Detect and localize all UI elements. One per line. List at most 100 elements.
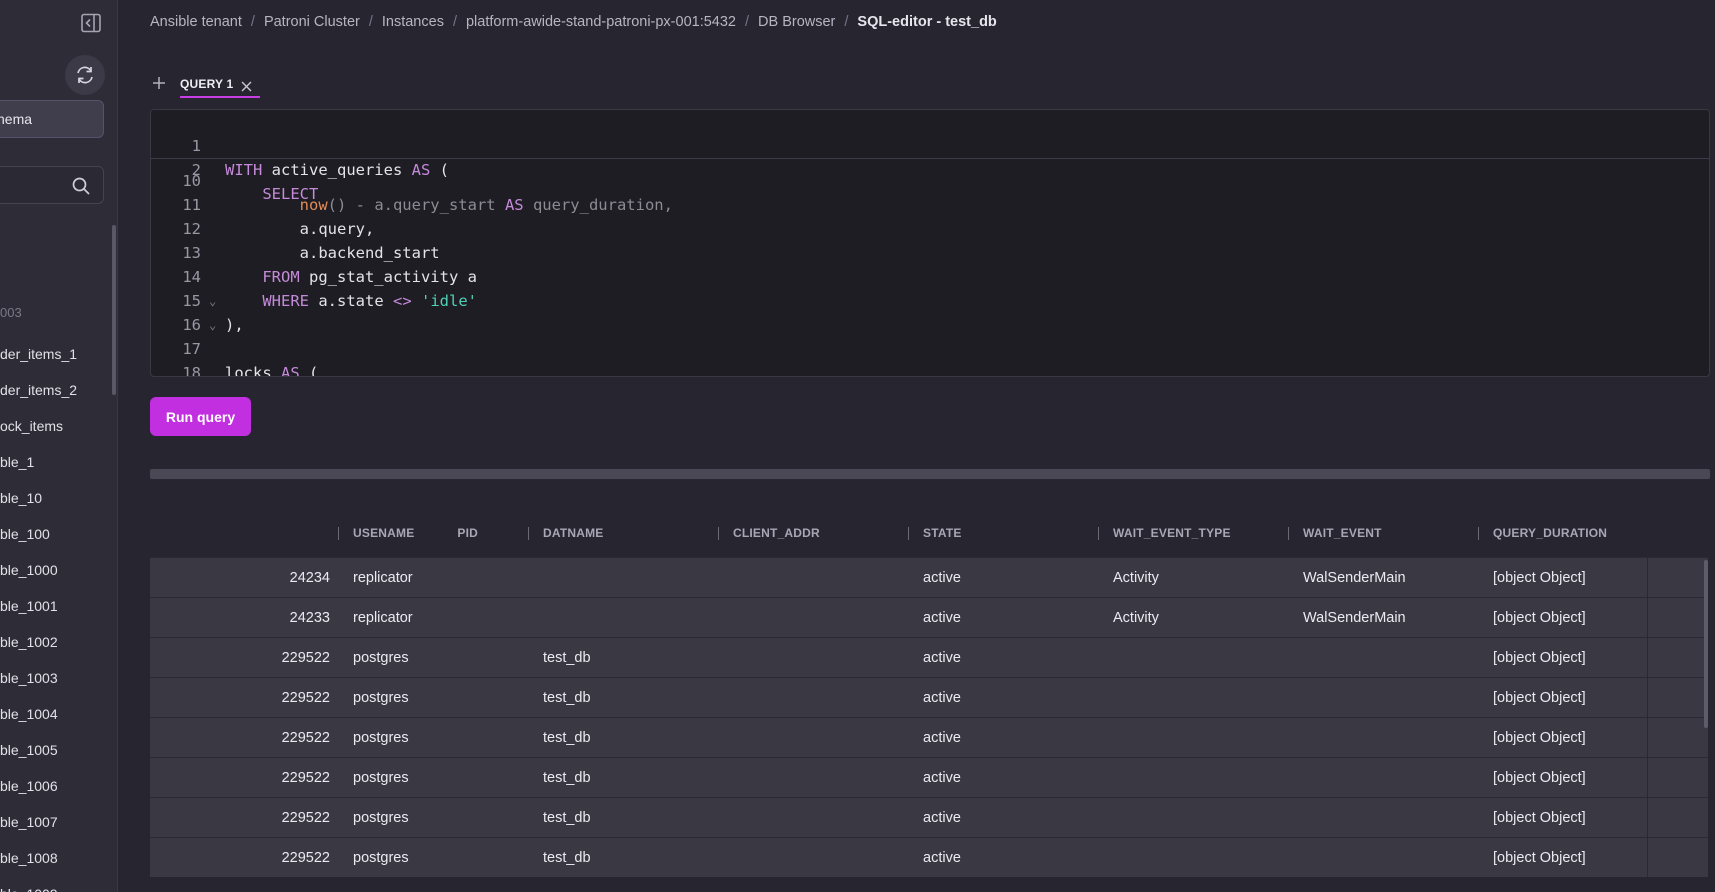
column-divider[interactable] (1478, 527, 1479, 540)
cell-query-duration[interactable]: [object Object] (1493, 718, 1643, 758)
cell-state[interactable]: active (923, 718, 1093, 758)
column-divider[interactable] (1098, 527, 1099, 540)
breadcrumb-item-tenant[interactable]: Ansible tenant (150, 14, 242, 30)
cell-wait-event-type[interactable] (1113, 798, 1283, 838)
cell-client-addr[interactable] (733, 718, 903, 758)
tree-item[interactable]: ble_1009 (0, 876, 77, 892)
table-row[interactable]: 229522 postgres test_db active [object Objec… (150, 757, 1708, 798)
cell-query-duration[interactable]: [object Object] (1493, 598, 1643, 638)
tree-item[interactable]: ble_1005 (0, 732, 77, 768)
column-header-datname[interactable]: DATNAME (543, 513, 604, 553)
cell-pid[interactable]: 229522 (150, 838, 330, 878)
table-row[interactable]: 229522 postgres test_db active [object Objec… (150, 717, 1708, 758)
cell-usename[interactable]: replicator (353, 558, 523, 598)
cell-pid[interactable]: 229522 (150, 798, 330, 838)
tree-item[interactable]: der_items_1 (0, 336, 77, 372)
tree-item[interactable]: ble_1001 (0, 588, 77, 624)
cell-client-addr[interactable] (733, 558, 903, 598)
cell-usename[interactable]: postgres (353, 718, 523, 758)
table-row[interactable]: 229522 postgres test_db active [object Objec… (150, 677, 1708, 718)
tree-item[interactable]: ble_1006 (0, 768, 77, 804)
cell-query-duration[interactable]: [object Object] (1493, 678, 1643, 718)
cell-client-addr[interactable] (733, 678, 903, 718)
cell-wait-event[interactable] (1303, 678, 1473, 718)
column-header-wait-event[interactable]: WAIT_EVENT (1303, 513, 1382, 553)
cell-wait-event-type[interactable] (1113, 718, 1283, 758)
column-header-usename[interactable]: USENAME (353, 513, 414, 553)
cell-wait-event[interactable] (1303, 638, 1473, 678)
tab-query-1[interactable]: QUERY 1 (180, 72, 261, 98)
close-icon[interactable] (241, 79, 252, 91)
cell-datname[interactable]: test_db (543, 798, 713, 838)
tree-item[interactable]: ble_100 (0, 516, 77, 552)
cell-wait-event-type[interactable]: Activity (1113, 598, 1283, 638)
table-row[interactable]: 229522 postgres test_db active [object Objec… (150, 837, 1708, 878)
search-icon[interactable] (71, 176, 91, 196)
cell-wait-event[interactable] (1303, 798, 1473, 838)
cell-state[interactable]: active (923, 758, 1093, 798)
cell-datname[interactable]: test_db (543, 838, 713, 878)
column-divider[interactable] (718, 527, 719, 540)
cell-state[interactable]: active (923, 598, 1093, 638)
cell-pid[interactable]: 229522 (150, 638, 330, 678)
cell-wait-event[interactable] (1303, 838, 1473, 878)
table-row[interactable]: 24233 replicator active Activity WalSenderMa… (150, 597, 1708, 638)
table-row[interactable]: 229522 postgres test_db active [object Objec… (150, 637, 1708, 678)
sql-editor[interactable]: 1 WITH active_queries AS ( 2 SELECT 10 n… (150, 109, 1710, 377)
tree-item[interactable]: ble_1004 (0, 696, 77, 732)
column-divider[interactable] (908, 527, 909, 540)
cell-state[interactable]: active (923, 558, 1093, 598)
cell-wait-event[interactable] (1303, 718, 1473, 758)
cell-client-addr[interactable] (733, 758, 903, 798)
cell-pid[interactable]: 24234 (150, 558, 330, 598)
cell-usename[interactable]: postgres (353, 758, 523, 798)
tree-item[interactable]: der_items_2 (0, 372, 77, 408)
cell-pid[interactable]: 229522 (150, 718, 330, 758)
cell-query-duration[interactable]: [object Object] (1493, 638, 1643, 678)
cell-state[interactable]: active (923, 678, 1093, 718)
tree-item[interactable]: ble_10 (0, 480, 77, 516)
refresh-button[interactable] (65, 55, 105, 95)
run-query-button[interactable]: Run query (150, 397, 251, 436)
cell-wait-event[interactable]: WalSenderMain (1303, 598, 1473, 638)
cell-usename[interactable]: replicator (353, 598, 523, 638)
cell-datname[interactable]: test_db (543, 678, 713, 718)
breadcrumb-item-db-browser[interactable]: DB Browser (758, 14, 835, 30)
cell-query-duration[interactable]: [object Object] (1493, 758, 1643, 798)
cell-state[interactable]: active (923, 838, 1093, 878)
cell-client-addr[interactable] (733, 598, 903, 638)
schema-button[interactable]: chema (0, 100, 104, 138)
fold-chevron-icon[interactable]: ⌄ (209, 289, 216, 313)
tree-item[interactable]: ock_items (0, 408, 77, 444)
tree-item[interactable]: ble_1002 (0, 624, 77, 660)
cell-wait-event-type[interactable]: Activity (1113, 558, 1283, 598)
cell-usename[interactable]: postgres (353, 798, 523, 838)
tree-item[interactable]: ble_1007 (0, 804, 77, 840)
cell-wait-event[interactable] (1303, 758, 1473, 798)
cell-datname[interactable]: test_db (543, 638, 713, 678)
cell-client-addr[interactable] (733, 638, 903, 678)
cell-usename[interactable]: postgres (353, 838, 523, 878)
cell-wait-event[interactable]: WalSenderMain (1303, 558, 1473, 598)
column-header-state[interactable]: STATE (923, 513, 962, 553)
tree-item[interactable]: ble_1000 (0, 552, 77, 588)
cell-pid[interactable]: 229522 (150, 678, 330, 718)
cell-datname[interactable]: test_db (543, 718, 713, 758)
sidebar-scrollbar[interactable] (112, 225, 116, 395)
sidebar-search-input[interactable] (0, 167, 75, 205)
cell-client-addr[interactable] (733, 798, 903, 838)
table-row[interactable]: 229522 postgres test_db active [object Objec… (150, 797, 1708, 838)
cell-state[interactable]: active (923, 798, 1093, 838)
cell-wait-event-type[interactable] (1113, 678, 1283, 718)
plus-icon[interactable] (151, 75, 167, 91)
tree-item[interactable]: ble_1 (0, 444, 77, 480)
column-header-query-duration[interactable]: QUERY_DURATION (1493, 513, 1607, 553)
column-divider[interactable] (528, 527, 529, 540)
cell-datname[interactable] (543, 598, 713, 638)
cell-client-addr[interactable] (733, 838, 903, 878)
collapse-sidebar-icon[interactable] (80, 13, 104, 35)
column-header-client-addr[interactable]: CLIENT_ADDR (733, 513, 820, 553)
cell-wait-event-type[interactable] (1113, 758, 1283, 798)
cell-query-duration[interactable]: [object Object] (1493, 838, 1643, 878)
breadcrumb-item-cluster[interactable]: Patroni Cluster (264, 14, 360, 30)
